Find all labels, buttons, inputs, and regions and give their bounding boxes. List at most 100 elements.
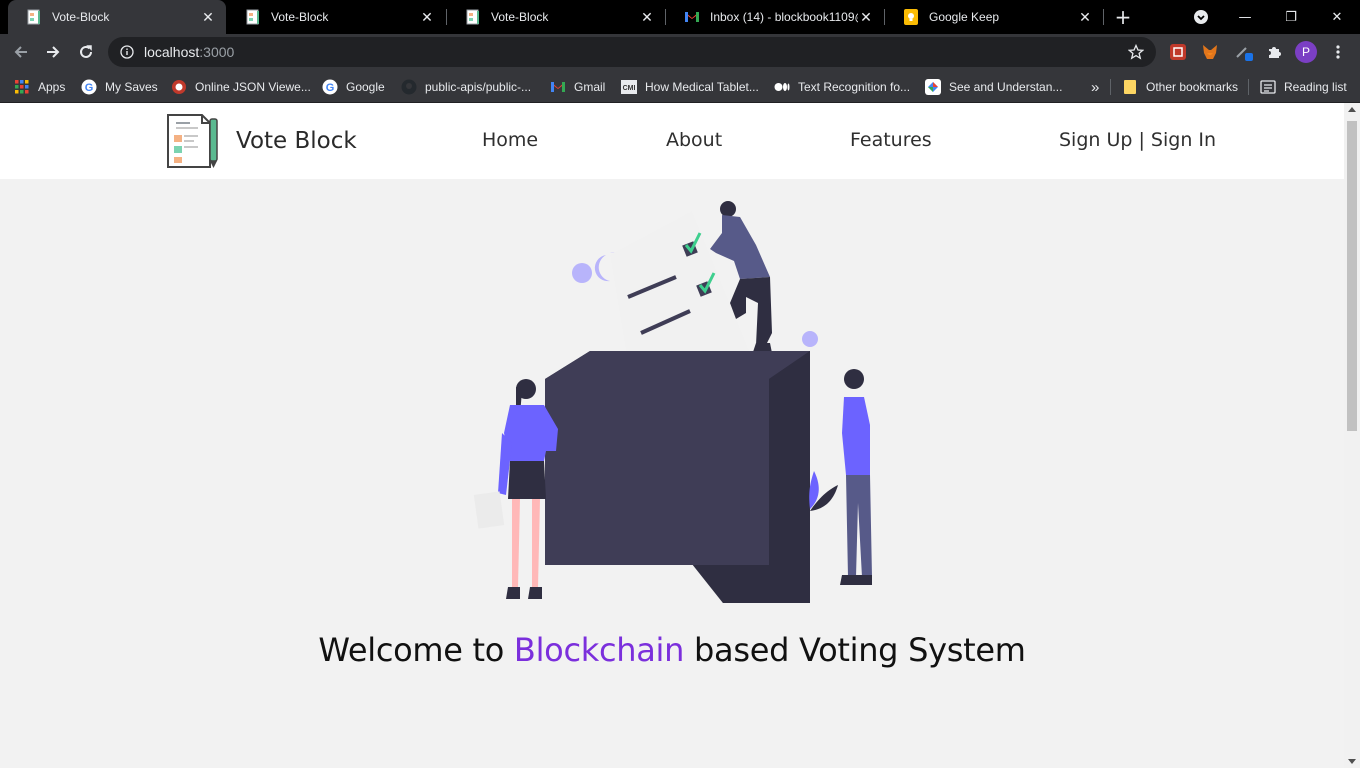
- minimize-button[interactable]: —: [1222, 0, 1268, 34]
- voting-illustration: [473, 201, 872, 603]
- welcome-suffix: based Voting System: [684, 631, 1026, 669]
- gmail-icon: [684, 9, 700, 25]
- decorative-dot: [572, 263, 592, 283]
- cmi-icon: CMI: [621, 79, 637, 95]
- browser-tab[interactable]: Vote-Block ✕: [447, 0, 665, 34]
- bookmark-label: My Saves: [105, 80, 158, 94]
- welcome-heading: Welcome to Blockchain based Voting Syste…: [0, 631, 1344, 669]
- bookmarks-overflow-button[interactable]: »: [1091, 76, 1099, 98]
- svg-text:G: G: [326, 82, 335, 94]
- browser-tab[interactable]: Inbox (14) - blockbook1109@ ✕: [666, 0, 884, 34]
- page-scrollbar[interactable]: [1344, 103, 1360, 768]
- arrow-right-icon: [47, 46, 60, 58]
- forward-button[interactable]: [40, 39, 66, 65]
- close-window-button[interactable]: ✕: [1314, 0, 1360, 34]
- close-tab-icon[interactable]: ✕: [858, 9, 874, 25]
- bookmark-medical-tablet[interactable]: CMI How Medical Tablet...: [621, 76, 759, 98]
- restore-button[interactable]: ❐: [1268, 0, 1314, 34]
- bookmarks-divider: [1248, 79, 1249, 95]
- bookmark-label: Online JSON Viewe...: [195, 80, 311, 94]
- bookmark-json-viewer[interactable]: Online JSON Viewe...: [171, 76, 311, 98]
- scroll-down-arrow-icon[interactable]: [1348, 759, 1356, 764]
- nav-home-link[interactable]: Home: [482, 129, 538, 151]
- gmail-icon: [550, 79, 566, 95]
- site-info-icon[interactable]: [120, 45, 134, 59]
- close-tab-icon[interactable]: ✕: [639, 9, 655, 25]
- bookmark-text-recognition[interactable]: Text Recognition fo...: [774, 76, 910, 98]
- site-navbar: Vote Block Home About Features Sign Up |…: [0, 103, 1344, 179]
- tab-title: Vote-Block: [52, 10, 110, 24]
- google-lens-icon: [925, 79, 941, 95]
- vote-block-favicon-icon: [465, 9, 481, 25]
- extensions-puzzle-icon[interactable]: [1263, 41, 1285, 63]
- bookmark-label: Apps: [38, 80, 66, 94]
- tab-divider: [1103, 9, 1104, 25]
- bookmark-google[interactable]: G Google: [322, 76, 385, 98]
- profile-avatar[interactable]: P: [1295, 41, 1317, 63]
- extension-red-icon[interactable]: [1167, 41, 1189, 63]
- close-tab-icon[interactable]: ✕: [419, 9, 435, 25]
- brand[interactable]: Vote Block: [164, 111, 357, 171]
- ballot-in-hand: [473, 491, 505, 529]
- tab-search-button[interactable]: [1178, 0, 1224, 34]
- reading-list-button[interactable]: Reading list: [1260, 76, 1347, 98]
- bookmark-public-apis[interactable]: public-apis/public-...: [401, 76, 531, 98]
- bookmark-my-saves[interactable]: G My Saves: [81, 76, 158, 98]
- reload-icon: [80, 45, 92, 58]
- tab-title: Vote-Block: [491, 10, 549, 24]
- back-button[interactable]: [8, 39, 34, 65]
- vote-block-favicon-icon: [245, 9, 261, 25]
- bookmark-see-understand[interactable]: See and Understan...: [925, 76, 1062, 98]
- tab-title: Vote-Block: [271, 10, 329, 24]
- address-bar[interactable]: localhost:3000: [108, 37, 1156, 67]
- metamask-fox-icon[interactable]: [1199, 41, 1221, 63]
- bookmarks-bar: Apps G My Saves Online JSON Viewe... G G…: [0, 70, 1360, 103]
- kebab-menu-icon: [1336, 45, 1340, 59]
- nav-features-link[interactable]: Features: [850, 129, 932, 151]
- browser-menu-button[interactable]: [1327, 41, 1349, 63]
- close-tab-icon[interactable]: ✕: [1077, 9, 1093, 25]
- bookmark-gmail[interactable]: Gmail: [550, 76, 605, 98]
- apps-grid-icon: [14, 79, 30, 95]
- vote-block-favicon-icon: [26, 9, 42, 25]
- welcome-highlight: Blockchain: [513, 631, 685, 669]
- github-icon: [401, 79, 417, 95]
- chevron-down-icon: [1194, 10, 1208, 24]
- scrollbar-thumb[interactable]: [1347, 121, 1357, 431]
- browser-tab[interactable]: Vote-Block ✕: [227, 0, 445, 34]
- google-icon: G: [322, 79, 338, 95]
- arrow-left-icon: [14, 46, 27, 58]
- bookmark-label: Gmail: [574, 80, 606, 94]
- bookmark-label: public-apis/public-...: [425, 80, 532, 94]
- browser-tab[interactable]: Google Keep ✕: [885, 0, 1103, 34]
- bookmark-star-icon[interactable]: [1128, 44, 1144, 60]
- bookmark-other[interactable]: Other bookmarks: [1122, 76, 1238, 98]
- new-tab-button[interactable]: +: [1112, 5, 1134, 29]
- welcome-prefix: Welcome to: [318, 631, 514, 669]
- nav-signup-signin-link[interactable]: Sign Up | Sign In: [1059, 129, 1216, 151]
- close-tab-icon[interactable]: ✕: [200, 9, 216, 25]
- decorative-dot: [594, 255, 610, 282]
- bookmarks-divider: [1110, 79, 1111, 95]
- bookmark-label: Google: [346, 80, 385, 94]
- profile-initial: P: [1295, 41, 1317, 63]
- browser-tab-strip: Vote-Block ✕ Vote-Block ✕ Vote-Block ✕ I…: [0, 0, 1360, 34]
- folder-icon: [1122, 79, 1138, 95]
- nav-about-link[interactable]: About: [666, 129, 722, 151]
- bookmark-label: Reading list: [1284, 80, 1347, 94]
- browser-toolbar: localhost:3000 P: [0, 34, 1360, 70]
- scroll-up-arrow-icon[interactable]: [1348, 107, 1356, 112]
- bookmark-label: Text Recognition fo...: [798, 80, 911, 94]
- browser-tab[interactable]: Vote-Block ✕: [8, 0, 226, 34]
- google-keep-icon: [903, 9, 919, 25]
- brand-name: Vote Block: [236, 128, 357, 154]
- reload-button[interactable]: [73, 39, 99, 65]
- google-icon: G: [81, 79, 97, 95]
- bookmark-label: Other bookmarks: [1146, 80, 1239, 94]
- extension-pen-icon[interactable]: [1233, 41, 1255, 63]
- man-voter: [840, 369, 872, 585]
- woman-voter: [473, 379, 558, 599]
- vote-block-logo-icon: [167, 114, 218, 168]
- bookmark-apps[interactable]: Apps: [14, 76, 65, 98]
- svg-text:CMI: CMI: [623, 85, 636, 92]
